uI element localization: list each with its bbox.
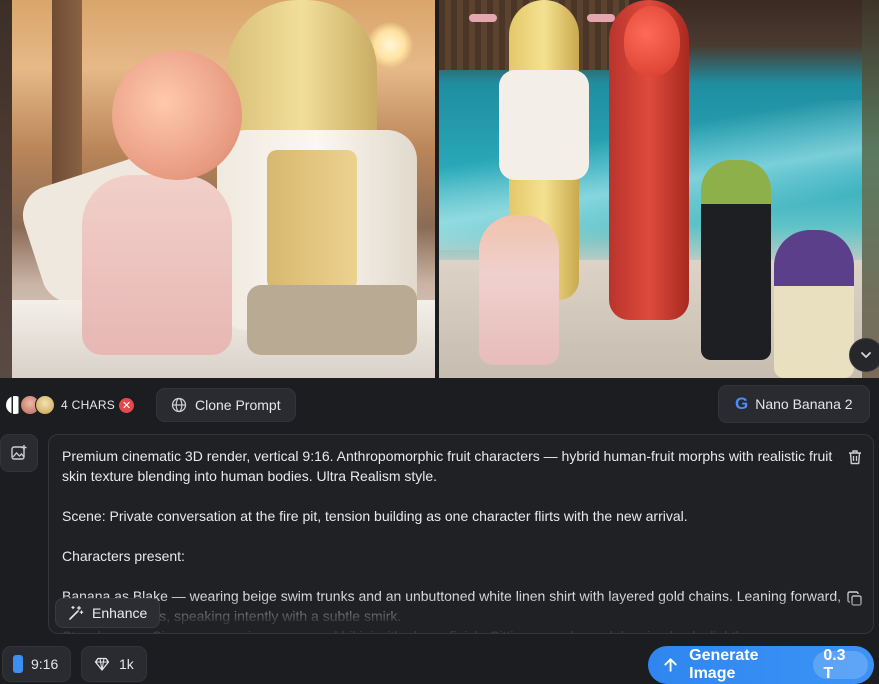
arrow-up-icon: [664, 658, 677, 672]
generated-image-1[interactable]: [12, 0, 435, 378]
banana-chest: [267, 150, 357, 290]
generate-image-button[interactable]: Generate Image 0.3 T: [648, 646, 874, 684]
image-gallery: [0, 0, 879, 378]
google-logo-icon: G: [735, 394, 749, 413]
banana-shorts: [247, 285, 417, 355]
enhance-label: Enhance: [92, 605, 148, 621]
aspect-ratio-label: 9:16: [31, 656, 59, 672]
aspect-ratio-icon: [13, 655, 23, 673]
add-image-button[interactable]: [0, 434, 38, 472]
clone-prompt-label: Clone Prompt: [195, 397, 281, 413]
gallery-image-partial-right[interactable]: [862, 0, 879, 378]
strawberry-head: [624, 6, 680, 76]
trash-icon: [849, 450, 861, 465]
magic-wand-icon: [69, 605, 84, 620]
peach-character: [112, 50, 242, 180]
prompt-composer: 4 CHARS ✕ Clone Prompt G Nano Banana 2 P…: [0, 378, 879, 684]
bar-stool: [587, 14, 615, 22]
clone-prompt-button[interactable]: Clone Prompt: [156, 388, 296, 422]
generate-label: Generate Image: [689, 647, 759, 682]
image-add-icon: [11, 445, 27, 460]
resolution-button[interactable]: 1k: [81, 646, 147, 682]
character-avatars: [5, 395, 55, 415]
globe-icon: [171, 397, 187, 413]
generated-image-2[interactable]: [439, 0, 862, 378]
scene-post: [52, 0, 82, 200]
generation-cost-badge: 0.3 T: [813, 647, 868, 682]
model-selector[interactable]: G Nano Banana 2: [718, 385, 870, 423]
avatar: [35, 395, 55, 415]
bar-stool: [469, 14, 497, 22]
scroll-down-button[interactable]: [849, 338, 879, 372]
app-root: 4 CHARS ✕ Clone Prompt G Nano Banana 2 P…: [0, 0, 879, 684]
resolution-label: 1k: [119, 656, 134, 672]
prompt-textarea[interactable]: Premium cinematic 3D render, vertical 9:…: [48, 434, 874, 634]
peach-character: [479, 215, 559, 365]
characters-count-label: 4 CHARS: [61, 398, 116, 412]
aspect-ratio-button[interactable]: 9:16: [2, 646, 72, 682]
chevron-down-icon: [861, 352, 871, 358]
prompt-text[interactable]: Premium cinematic 3D render, vertical 9:…: [62, 446, 842, 633]
diamond-icon: [94, 657, 110, 671]
banana-shirt: [499, 70, 589, 180]
copy-icon: [847, 591, 862, 606]
lime-character: [701, 160, 771, 360]
gallery-image-partial-left[interactable]: [0, 0, 12, 378]
close-icon[interactable]: ✕: [119, 397, 135, 413]
peach-dress: [82, 175, 232, 355]
copy-prompt-button[interactable]: [843, 587, 867, 611]
model-label: Nano Banana 2: [755, 396, 853, 412]
characters-chip[interactable]: 4 CHARS ✕: [0, 388, 143, 422]
delete-prompt-button[interactable]: [843, 445, 867, 469]
plum-character: [774, 230, 854, 378]
enhance-button[interactable]: Enhance: [55, 598, 161, 628]
